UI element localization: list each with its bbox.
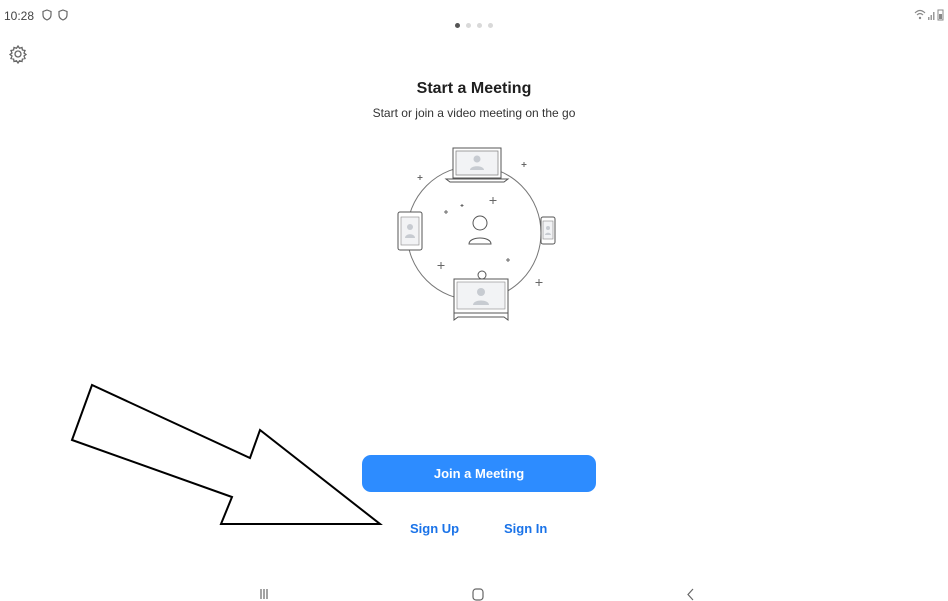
back-icon[interactable] [686,588,696,601]
room-system-icon [453,270,509,321]
page-title: Start a Meeting [416,80,532,97]
status-time: 10:28 [4,9,35,23]
annotation-arrow [70,383,383,525]
navigation-bar [0,580,948,601]
home-icon[interactable] [471,588,485,601]
tablet-icon [397,211,423,251]
page-dot[interactable] [466,23,471,28]
sign-up-link[interactable]: Sign Up [410,521,459,536]
meeting-illustration [397,147,556,321]
join-meeting-button[interactable]: Join a Meeting [362,455,596,492]
person-icon [468,215,492,245]
shield-icon [42,9,52,21]
page-subtitle: Start or join a video meeting on the go [372,106,576,120]
laptop-icon [444,147,510,183]
shield-icon [58,9,68,21]
wifi-icon [914,9,926,20]
gear-icon[interactable] [8,44,28,64]
sign-in-link[interactable]: Sign In [504,521,547,536]
page-dot[interactable] [488,23,493,28]
recent-apps-icon[interactable] [258,588,270,600]
page-dot[interactable] [477,23,482,28]
signal-icon [928,12,935,20]
page-dot-active[interactable] [455,23,460,28]
phone-icon [540,216,556,245]
battery-icon [937,9,944,21]
status-icons [914,9,944,21]
page-indicator-dots [0,23,948,28]
